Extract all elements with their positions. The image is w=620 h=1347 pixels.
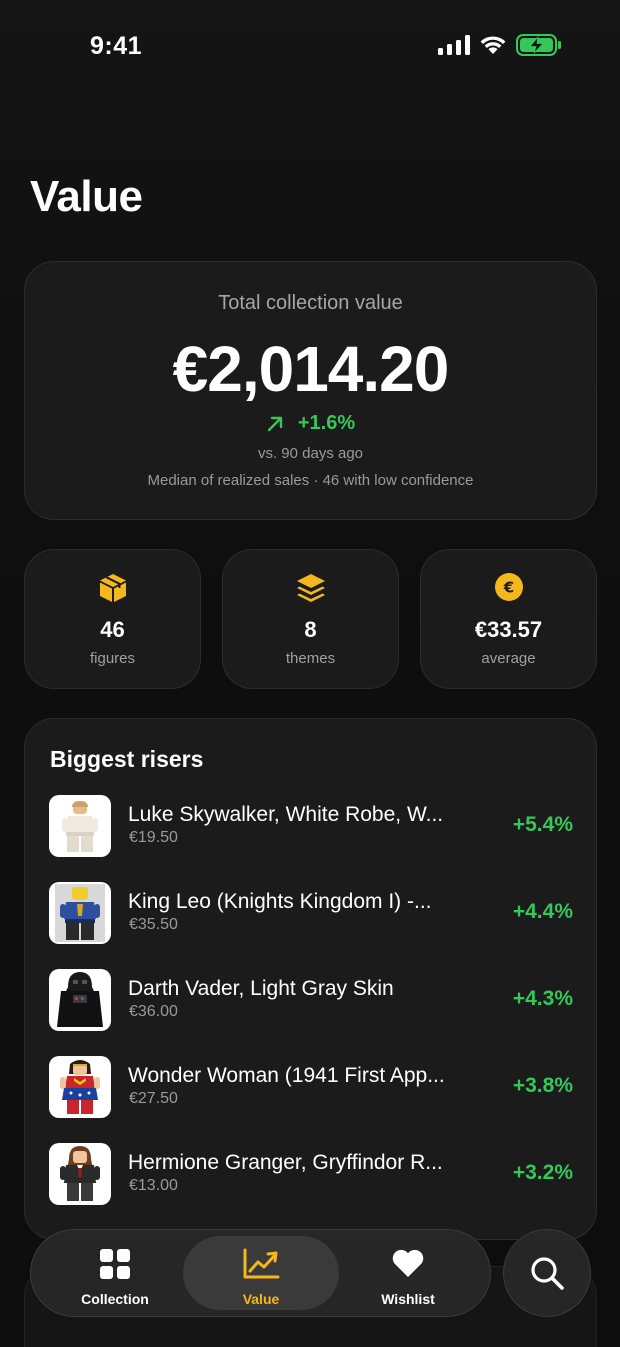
riser-change: +4.4% <box>512 900 573 923</box>
riser-change: +3.2% <box>512 1161 573 1184</box>
riser-change: +5.4% <box>512 813 573 836</box>
minifigure-thumbnail <box>49 1056 111 1118</box>
total-value-amount: €2,014.20 <box>172 333 450 405</box>
value-change-period: vs. 90 days ago <box>257 445 364 462</box>
riser-price: €13.00 <box>129 1177 178 1194</box>
riser-row[interactable]: Wonder Woman (1941 First App... €27.50 +… <box>49 1056 573 1120</box>
euro-coin-icon: € <box>494 573 523 601</box>
tab-wishlist[interactable]: Wishlist <box>330 1236 486 1310</box>
minifigure-image <box>57 972 103 1027</box>
trend-up-arrow-icon <box>267 416 283 431</box>
heart-icon <box>392 1249 424 1277</box>
tab-value-label: Value <box>242 1291 280 1307</box>
search-button[interactable] <box>503 1229 591 1317</box>
total-value-card: Total collection value €2,014.20 +1.6% v… <box>24 261 597 520</box>
tab-wishlist-label: Wishlist <box>381 1291 435 1307</box>
minifigure-thumbnail <box>49 795 111 857</box>
biggest-risers-card: Biggest risers Luke Skywalker, White Rob… <box>24 718 597 1240</box>
riser-price: €19.50 <box>129 829 178 846</box>
svg-text:€: € <box>502 579 513 597</box>
riser-price: €36.00 <box>129 1003 178 1020</box>
riser-row[interactable]: Luke Skywalker, White Robe, W... €19.50 … <box>49 795 573 859</box>
minifigure-image <box>62 801 98 852</box>
tab-collection[interactable]: Collection <box>37 1236 193 1310</box>
chart-icon <box>243 1248 280 1279</box>
stat-average-value: €33.57 <box>474 617 543 642</box>
stat-figures-value: 46 <box>100 617 125 642</box>
minifigure-image <box>60 1060 100 1114</box>
stat-themes-label: themes <box>285 650 336 667</box>
value-change-percent: +1.6% <box>297 412 356 434</box>
riser-change: +3.8% <box>512 1074 573 1097</box>
page-title: Value <box>30 172 143 221</box>
riser-change: +4.3% <box>512 987 573 1010</box>
battery-charging-icon <box>516 34 561 56</box>
riser-price: €35.50 <box>129 916 178 933</box>
wifi-icon <box>480 36 506 54</box>
layers-icon <box>296 574 325 602</box>
stat-card-figures: 46 figures <box>24 549 201 689</box>
riser-price: €27.50 <box>129 1090 178 1107</box>
riser-name: Wonder Woman (1941 First App... <box>128 1064 445 1087</box>
cellular-signal-icon <box>438 35 470 55</box>
tab-value[interactable]: Value <box>183 1236 339 1310</box>
riser-row[interactable]: King Leo (Knights Kingdom I) -... €35.50… <box>49 882 573 946</box>
minifigure-thumbnail <box>49 1143 111 1205</box>
valuation-note: Median of realized sales · 46 with low c… <box>147 472 474 489</box>
riser-name: King Leo (Knights Kingdom I) -... <box>128 890 432 913</box>
riser-name: Luke Skywalker, White Robe, W... <box>128 803 444 826</box>
grid-icon <box>100 1249 130 1279</box>
status-time: 9:41 <box>90 32 143 60</box>
stat-themes-value: 8 <box>304 617 317 642</box>
value-change: +1.6% <box>25 412 596 435</box>
minifigure-image <box>55 884 105 942</box>
riser-name: Darth Vader, Light Gray Skin <box>128 977 394 1000</box>
minifigure-thumbnail <box>49 882 111 944</box>
biggest-risers-title: Biggest risers <box>50 746 204 772</box>
stat-card-average: € €33.57 average <box>420 549 597 689</box>
riser-name: Hermione Granger, Gryffindor R... <box>128 1151 443 1174</box>
tab-bar: Collection Value Wishlist <box>30 1229 491 1317</box>
status-icons <box>438 34 562 56</box>
search-icon <box>531 1257 564 1290</box>
stat-figures-label: figures <box>89 650 136 667</box>
total-value-label: Total collection value <box>218 292 403 314</box>
status-bar: 9:41 <box>0 0 620 92</box>
minifigure-image <box>60 1146 100 1201</box>
stat-average-label: average <box>481 650 536 667</box>
stat-card-themes: 8 themes <box>222 549 399 689</box>
riser-row[interactable]: Hermione Granger, Gryffindor R... €13.00… <box>49 1143 573 1207</box>
tab-collection-label: Collection <box>81 1291 149 1307</box>
cube-icon <box>99 574 126 602</box>
riser-row[interactable]: Darth Vader, Light Gray Skin €36.00 +4.3… <box>49 969 573 1033</box>
minifigure-thumbnail <box>49 969 111 1031</box>
